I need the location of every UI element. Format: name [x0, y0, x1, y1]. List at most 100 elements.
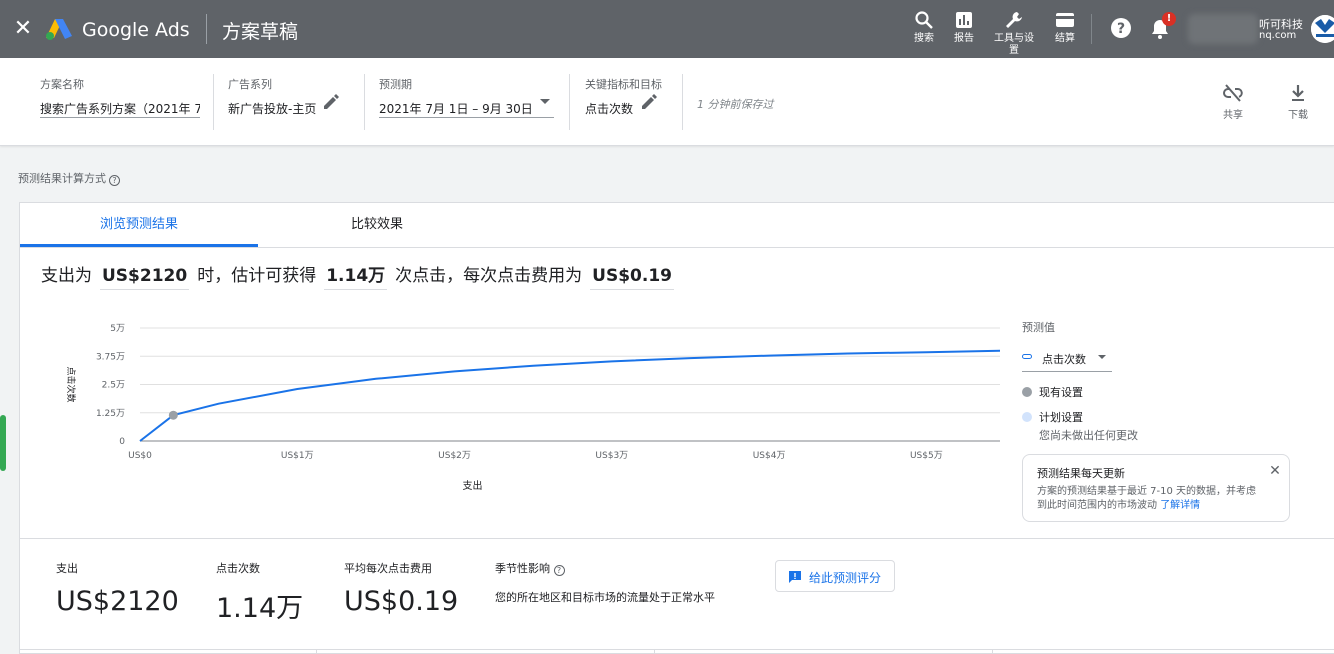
divider	[992, 649, 993, 654]
learn-more-link[interactable]: 了解详情	[1160, 500, 1200, 511]
close-icon[interactable]: ✕	[1267, 463, 1283, 479]
close-button[interactable]: ✕	[12, 16, 34, 42]
rate-forecast-label: 给此预测评分	[809, 571, 882, 585]
plan-name-field[interactable]: 方案名称 搜索广告系列方案（2021年 7月	[40, 76, 200, 118]
divider	[569, 74, 570, 130]
metric-selector-label: 点击次数	[1042, 353, 1086, 366]
stat-season-label: 季节性影响	[495, 562, 550, 575]
tab-compare[interactable]: 比较效果	[258, 203, 496, 247]
legend-planned: 计划设置	[1022, 409, 1083, 425]
legend-planned-note: 您尚未做出任何更改	[1039, 429, 1138, 442]
forecast-period-selector[interactable]: 预测期 2021年 7月 1日 – 9月 30日	[379, 76, 554, 118]
series-swatch	[1022, 354, 1032, 359]
info-card: 预测结果每天更新 方案的预测结果基于最近 7-10 天的数据，并考虑到此时间范围…	[1022, 454, 1290, 522]
info-title: 预测结果每天更新	[1037, 467, 1125, 480]
plan-name-value: 搜索广告系列方案（2021年 7月	[40, 102, 200, 116]
stat-spend: 支出 US$2120	[56, 560, 179, 617]
forecast-method-link[interactable]: 预测结果计算方式?	[18, 170, 120, 186]
stat-cpc-label: 平均每次点击费用	[344, 562, 432, 575]
billing-card-icon	[1056, 13, 1074, 27]
x-tick-label: US$2万	[438, 451, 471, 461]
reports-nav-button[interactable]: 报告	[942, 10, 986, 54]
metric-selector-dropdown[interactable]: 点击次数	[1022, 347, 1112, 372]
help-icon[interactable]: ?	[1110, 17, 1132, 39]
y-tick-label: 1.25万	[96, 409, 125, 419]
divider	[20, 649, 1334, 650]
y-tick-label: 0	[119, 437, 125, 447]
download-button[interactable]: 下载	[1276, 84, 1320, 124]
divider	[316, 649, 317, 654]
share-label: 共享	[1223, 110, 1243, 121]
nav-label: 工具与设置	[994, 33, 1034, 56]
tools-settings-nav-button[interactable]: 工具与设置	[992, 10, 1036, 56]
notification-badge: !	[1162, 12, 1176, 26]
y-axis-label: 点击次数	[65, 366, 77, 402]
y-tick-label: 2.5万	[102, 381, 125, 391]
divider	[206, 14, 207, 44]
legend-current: 现有设置	[1022, 384, 1083, 400]
summary-spend[interactable]: US$2120	[100, 266, 190, 290]
divider	[364, 74, 365, 130]
planned-dot-icon	[1022, 412, 1032, 422]
divider	[213, 74, 214, 130]
help-icon[interactable]: ?	[553, 565, 565, 576]
notifications-button[interactable]: !	[1150, 12, 1176, 40]
edit-campaign-pencil-icon[interactable]	[322, 93, 340, 111]
stat-seasonality: 季节性影响 ? 您的所在地区和目标市场的流量处于正常水平	[495, 560, 715, 605]
saved-status: 1 分钟前保存过	[697, 98, 774, 111]
summary-prefix: 支出为	[41, 266, 92, 286]
plan-header: 方案名称 搜索广告系列方案（2021年 7月 广告系列 新广告投放-主页 预测期…	[0, 58, 1334, 146]
wrench-icon	[1006, 12, 1022, 28]
google-ads-logo	[46, 19, 72, 40]
feedback-icon	[789, 571, 801, 583]
summary-clicks[interactable]: 1.14万	[324, 261, 388, 290]
rate-forecast-button[interactable]: 给此预测评分	[775, 560, 895, 592]
info-body-text: 方案的预测结果基于最近 7-10 天的数据，并考虑到此时间范围内的市场波动	[1037, 486, 1257, 511]
legend-current-label: 现有设置	[1039, 386, 1083, 399]
top-app-bar: ✕ Google Ads 方案草稿 搜索 报告 工具与设置 结算 ? ! 听可科…	[0, 0, 1334, 58]
plan-name-label: 方案名称	[40, 78, 84, 91]
scroll-handle[interactable]	[0, 415, 6, 471]
account-email: nq.com	[1259, 30, 1297, 41]
forecast-line-chart[interactable]: 0 1.25万 2.5万 3.75万 5万 US$0 US$1万 US$2万 US$3万 US$4…	[40, 311, 1000, 511]
page-title: 方案草稿	[222, 21, 299, 43]
svg-text:?: ?	[1117, 21, 1125, 37]
forecast-card: 浏览预测结果 比较效果 支出为 US$2120 时，估计可获得 1.14万 次点击，每次…	[19, 202, 1334, 654]
info-body: 方案的预测结果基于最近 7-10 天的数据，并考虑到此时间范围内的市场波动 了解…	[1037, 485, 1259, 513]
divider	[682, 74, 683, 130]
current-dot-icon	[1022, 387, 1032, 397]
tab-explore-forecast[interactable]: 浏览预测结果	[20, 203, 258, 247]
edit-metric-pencil-icon[interactable]	[640, 93, 658, 111]
share-button[interactable]: 共享	[1211, 84, 1255, 124]
search-icon	[915, 11, 933, 29]
download-icon	[1292, 85, 1304, 101]
stat-spend-label: 支出	[56, 562, 78, 575]
period-label: 预测期	[379, 78, 412, 91]
link-off-icon	[1223, 84, 1243, 102]
summary-cpc[interactable]: US$0.19	[590, 266, 674, 290]
chevron-down-icon[interactable]	[540, 99, 550, 104]
legend-title: 预测值	[1022, 321, 1055, 334]
stat-spend-value: US$2120	[56, 586, 179, 617]
x-tick-label: US$1万	[281, 451, 314, 461]
search-nav-button[interactable]: 搜索	[902, 10, 946, 54]
stat-clicks-label: 点击次数	[216, 562, 260, 575]
divider	[654, 649, 655, 654]
x-tick-label: US$5万	[910, 451, 943, 461]
stat-clicks-value: 1.14万	[216, 593, 304, 624]
x-axis-label: 支出	[463, 479, 483, 492]
help-icon[interactable]: ?	[109, 175, 120, 186]
download-label: 下载	[1288, 110, 1308, 121]
reports-icon	[956, 12, 972, 28]
nav-label: 结算	[1055, 33, 1075, 44]
nav-label: 报告	[954, 33, 974, 44]
campaign-value: 新广告投放-主页	[228, 102, 317, 116]
avatar[interactable]	[1311, 15, 1334, 43]
billing-nav-button[interactable]: 结算	[1043, 10, 1087, 54]
stat-season-label-wrap: 季节性影响 ?	[495, 560, 715, 576]
stat-cpc-value: US$0.19	[344, 586, 459, 617]
chevron-down-icon	[1098, 355, 1106, 359]
brand-name: Google Ads	[82, 19, 190, 41]
campaign-field: 广告系列 新广告投放-主页	[228, 76, 316, 117]
stat-season-desc: 您的所在地区和目标市场的流量处于正常水平	[495, 591, 715, 604]
